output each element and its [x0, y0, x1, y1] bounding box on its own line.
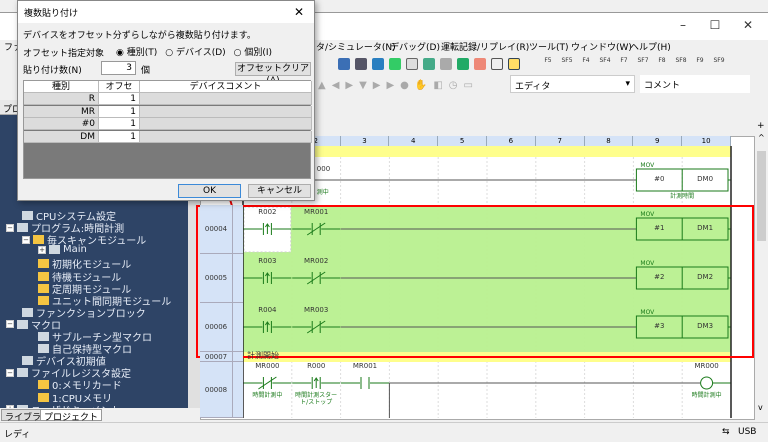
device-label: MR001 — [304, 208, 329, 216]
row-type: DM — [24, 130, 99, 143]
dialog-description: デバイスをオフセット分ずらしながら複数貼り付けます。 — [23, 31, 256, 41]
device-comment: 時間計測スタート/ストップ — [295, 392, 338, 406]
rung-marker-column — [232, 303, 243, 352]
comment-row — [243, 146, 731, 157]
rung-number[interactable]: 00005 — [200, 254, 232, 303]
mov-label: MOV — [640, 260, 655, 267]
device-comment-cell[interactable] — [140, 118, 312, 130]
device-label: R004 — [258, 306, 277, 314]
paste-count-unit: 個 — [141, 66, 151, 76]
device-comment: 測中 — [316, 189, 329, 196]
mov-source: #3 — [654, 322, 665, 330]
device-label: MR000 — [694, 362, 719, 370]
status-bar: レディ ⇆ USB — [0, 422, 768, 442]
rung-comment: 計測開始 — [247, 351, 279, 360]
offset-input[interactable]: 1 — [99, 93, 140, 105]
offset-table: 種別オフセットデバイスコメントR1MR1#01DM1 — [23, 80, 312, 179]
status-text: レディ — [4, 430, 31, 440]
radio-device[interactable]: ○ デバイス(D) — [165, 45, 225, 58]
offset-target-radios: ◉ 種別(T) ○ デバイス(D) ○ 個別(I) — [116, 45, 272, 58]
rung-marker-column — [232, 362, 243, 418]
connection-status: USB — [738, 427, 757, 437]
dialog-titlebar: 複数貼り付け — [18, 1, 314, 23]
row-type: R — [24, 93, 99, 105]
rung-marker-column — [232, 352, 243, 362]
radio-type[interactable]: ◉ 種別(T) — [116, 45, 157, 58]
offset-input[interactable]: 1 — [99, 105, 140, 118]
device-label: MR003 — [304, 306, 329, 314]
rung-marker-column — [232, 254, 243, 303]
rung-number[interactable]: 00004 — [200, 205, 232, 254]
offset-clear-button[interactable]: オフセットクリア(A) — [235, 62, 311, 86]
mov-label: MOV — [640, 211, 655, 218]
radio-individual-label: 個別(I) — [244, 48, 273, 58]
device-label: R000 — [307, 362, 326, 370]
table-header: 種別 — [24, 81, 99, 93]
device-comment: 計測時間 — [670, 193, 695, 200]
radio-individual[interactable]: ○ 個別(I) — [234, 45, 272, 58]
rung-number[interactable]: 00007 — [200, 352, 232, 362]
multi-paste-dialog: 複数貼り付け ✕ デバイスをオフセット分ずらしながら複数貼り付けます。 オフセッ… — [17, 0, 315, 201]
mov-destination: DM2 — [697, 273, 714, 281]
radio-device-label: デバイス(D) — [175, 48, 226, 58]
offset-input[interactable]: 1 — [99, 118, 140, 130]
offset-target-label: オフセット指定対象 — [23, 49, 105, 59]
device-comment: 時間計測中 — [252, 392, 283, 399]
mov-source: #0 — [654, 175, 665, 183]
rung-number[interactable]: 00006 — [200, 303, 232, 352]
device-comment-cell[interactable] — [140, 130, 312, 143]
paste-count-input[interactable]: 3 — [101, 61, 136, 75]
device-label: R003 — [258, 257, 277, 265]
device-label: R002 — [258, 208, 277, 216]
device-label: 000 — [316, 165, 331, 173]
device-comment: 時間計測中 — [691, 392, 722, 399]
cancel-button[interactable]: キャンセル — [248, 184, 311, 198]
mov-destination: DM3 — [697, 322, 714, 330]
output-coil — [700, 376, 714, 390]
mov-destination: DM1 — [697, 224, 714, 232]
mov-label: MOV — [640, 162, 655, 169]
device-label: MR002 — [304, 257, 329, 265]
ok-button[interactable]: OK — [178, 184, 241, 198]
table-header: オフセット — [99, 81, 140, 104]
mov-source: #2 — [654, 273, 665, 281]
rung-number[interactable]: 00008 — [200, 362, 232, 418]
device-comment-cell[interactable] — [140, 93, 312, 105]
device-comment-cell[interactable] — [140, 105, 312, 118]
dialog-close-button[interactable]: ✕ — [294, 5, 304, 19]
rung-marker-column — [232, 205, 243, 254]
mov-source: #1 — [654, 224, 665, 232]
row-type: #0 — [24, 118, 99, 130]
offset-input[interactable]: 1 — [99, 130, 140, 143]
usb-icon: ⇆ — [722, 427, 730, 437]
row-type: MR — [24, 105, 99, 118]
paste-count-label: 貼り付け数(N) — [23, 66, 82, 76]
mov-label: MOV — [640, 309, 655, 316]
device-label: MR000 — [255, 362, 280, 370]
device-label: MR001 — [352, 362, 378, 370]
mov-destination: DM0 — [697, 175, 714, 183]
table-header: デバイスコメント — [140, 81, 312, 93]
radio-type-label: 種別(T) — [126, 48, 158, 58]
dialog-title: 複数貼り付け — [24, 9, 79, 19]
